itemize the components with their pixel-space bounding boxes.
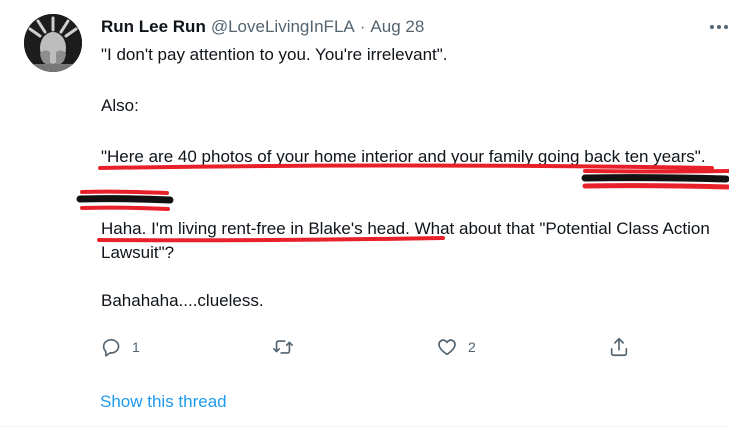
tweet-header: Run Lee Run @LoveLivingInFLA · Aug 28 (101, 17, 424, 39)
show-thread-link[interactable]: Show this thread (100, 392, 227, 412)
author-handle[interactable]: @LoveLivingInFLA (211, 17, 355, 37)
red-underline (80, 205, 170, 211)
avatar[interactable] (24, 14, 82, 72)
tweet-date[interactable]: Aug 28 (370, 17, 424, 37)
reply-count: 1 (132, 339, 140, 355)
retweet-icon (273, 340, 293, 354)
more-dots-icon[interactable] (709, 20, 729, 34)
like-count: 2 (468, 339, 476, 355)
author-name[interactable]: Run Lee Run (101, 17, 206, 37)
tweet-actions: 1 2 (100, 333, 640, 361)
reply-icon (102, 339, 120, 357)
divider (0, 426, 729, 427)
tweet-paragraph: Also: (101, 96, 139, 115)
tweet-paragraph: Bahahaha....clueless. (101, 291, 264, 310)
black-scribble (76, 195, 174, 204)
red-underline (582, 183, 729, 190)
heart-icon (438, 339, 456, 356)
avatar-image (24, 14, 82, 72)
tweet-paragraph: "Here are 40 photos of your home interio… (101, 147, 706, 166)
tweet-paragraph: Haha. I'm living rent-free in Blake's he… (101, 219, 715, 262)
reply-button[interactable]: 1 (100, 333, 140, 361)
retweet-button[interactable] (272, 333, 304, 361)
share-icon (610, 337, 628, 357)
red-underline (80, 189, 169, 195)
like-button[interactable]: 2 (436, 333, 476, 361)
red-underline (583, 169, 729, 174)
black-scribble (581, 174, 729, 183)
header-separator: · (359, 17, 366, 36)
tweet-paragraph: "I don't pay attention to you. You're ir… (101, 45, 448, 64)
share-button[interactable] (608, 333, 630, 361)
